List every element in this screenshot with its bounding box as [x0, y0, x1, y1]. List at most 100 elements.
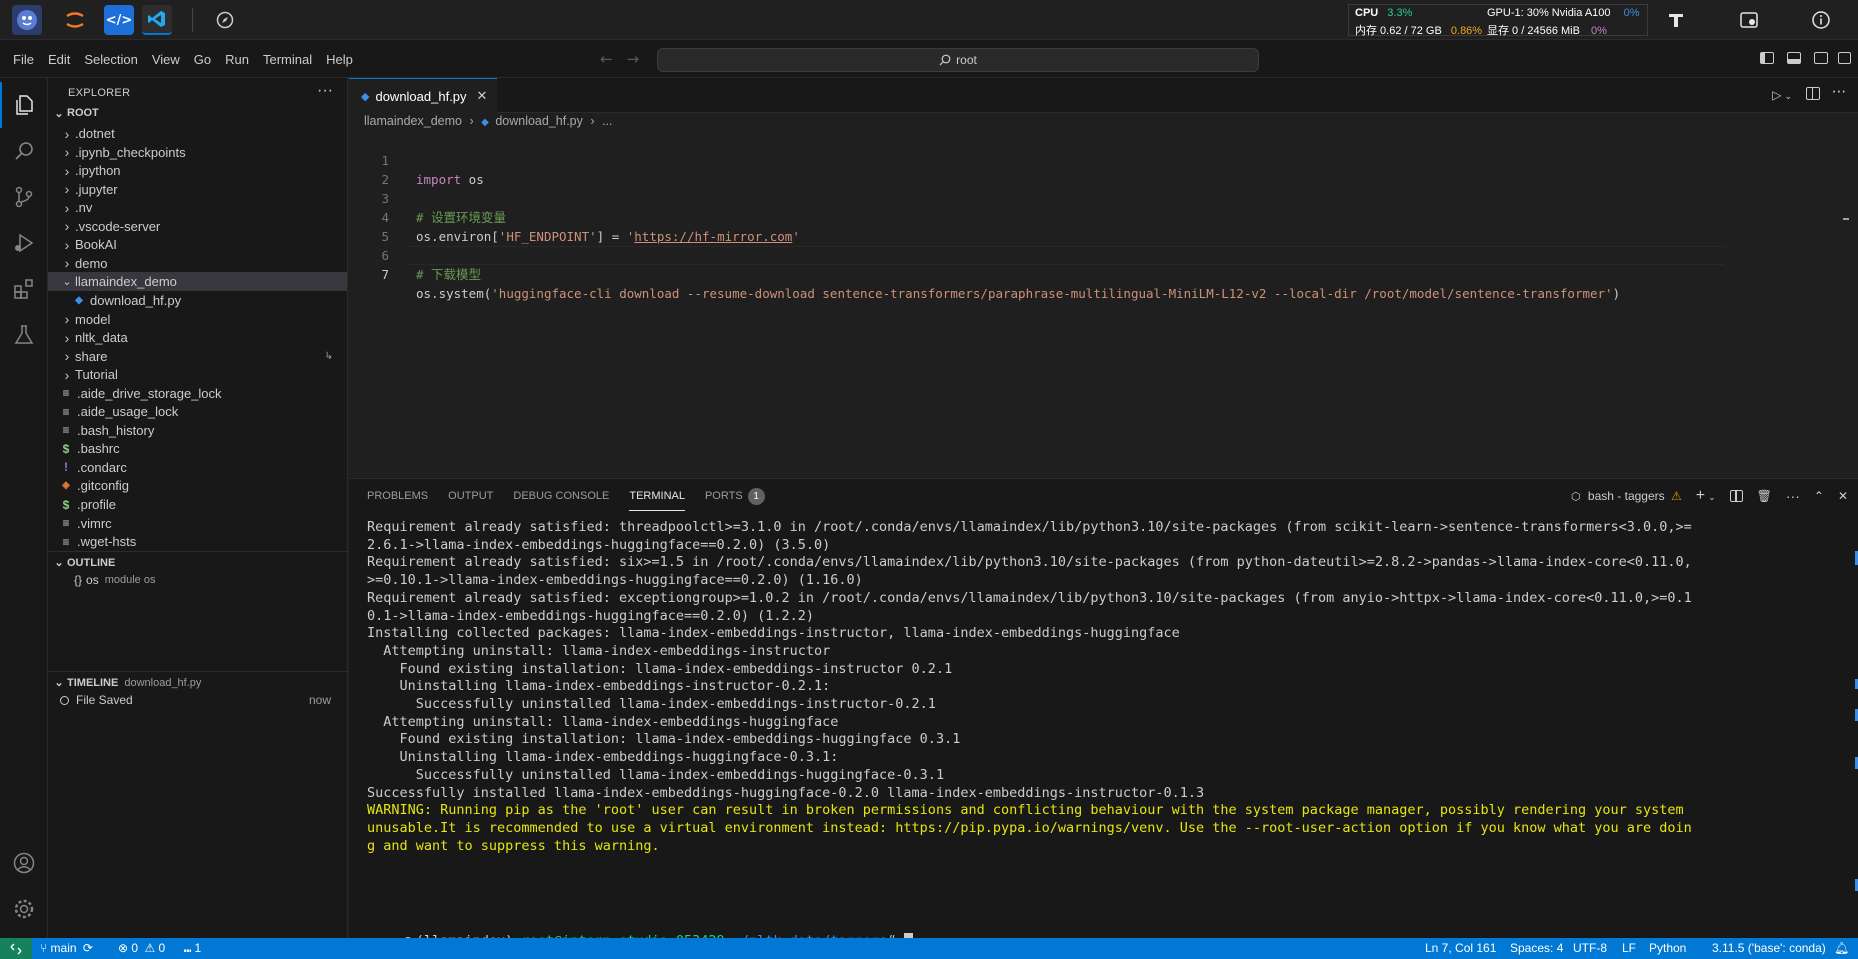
breadcrumb-file[interactable]: download_hf.py — [495, 114, 583, 128]
new-terminal-icon[interactable]: + ⌄ — [1696, 487, 1716, 505]
run-python-file-icon[interactable]: ▷ ⌄ — [1772, 88, 1792, 102]
tree-item[interactable]: › nltk_data — [48, 328, 347, 347]
tree-item[interactable]: › Tutorial — [48, 365, 347, 384]
toggle-secondary-sidebar-icon[interactable] — [1814, 52, 1828, 64]
breadcrumb-folder[interactable]: llamaindex_demo — [364, 114, 462, 128]
tree-item[interactable]: ≡ .aide_drive_storage_lock — [48, 384, 347, 403]
editor-tab-download-hf[interactable]: ◆ download_hf.py ✕ — [349, 78, 497, 113]
problems-indicator[interactable]: ⊗ 0 ⚠ 0 — [118, 941, 165, 955]
command-center-search[interactable]: root — [657, 48, 1259, 72]
close-icon[interactable]: ✕ — [477, 88, 488, 104]
tree-item[interactable]: ≡ .bash_history — [48, 421, 347, 440]
menu-selection[interactable]: Selection — [77, 52, 144, 67]
tree-item[interactable]: ≡ .vimrc — [48, 514, 347, 533]
code-editor-app-icon[interactable]: </> — [104, 5, 134, 35]
code-text: ) — [1612, 286, 1621, 301]
settings-gear-icon[interactable] — [0, 886, 48, 932]
outline-item-os[interactable]: {} os module os — [48, 569, 347, 591]
menu-run[interactable]: Run — [218, 52, 256, 67]
extensions-icon[interactable] — [0, 266, 48, 312]
tree-item[interactable]: › .jupyter — [48, 180, 347, 199]
bell-icon[interactable]: 🔔︎ — [1834, 941, 1849, 955]
sync-icon[interactable]: ⟳ — [83, 941, 93, 955]
remote-connection-icon[interactable] — [0, 938, 32, 959]
tab-debug-console[interactable]: DEBUG CONSOLE — [513, 482, 609, 510]
forward-arrow-icon[interactable]: → — [627, 50, 654, 68]
accounts-icon[interactable] — [0, 840, 48, 886]
tree-item[interactable]: $ .profile — [48, 495, 347, 514]
menu-bar: File Edit Selection View Go Run Terminal… — [6, 40, 360, 78]
code-editor[interactable]: 1 import os 2 3 # 设置环境变量 4 os.environ['H… — [349, 132, 1849, 477]
ports-icon: ⑉ — [184, 941, 192, 955]
tree-item[interactable]: ≡ .wget-hsts — [48, 532, 347, 551]
search-icon[interactable] — [0, 128, 48, 174]
split-terminal-icon[interactable] — [1729, 490, 1743, 502]
python-interpreter[interactable]: 3.11.5 ('base': conda) — [1712, 941, 1826, 955]
terminal-instance[interactable]: ⬡ bash - taggers ⚠ — [1571, 489, 1682, 503]
language-mode[interactable]: Python — [1649, 941, 1686, 955]
tree-item[interactable]: › BookAI — [48, 235, 347, 254]
tree-item[interactable]: › demo — [48, 254, 347, 273]
back-arrow-icon[interactable]: ← — [600, 50, 627, 68]
tree-item[interactable]: $ .bashrc — [48, 439, 347, 458]
jupyter-icon[interactable] — [60, 5, 90, 35]
ports-indicator[interactable]: ⑉ 1 — [184, 941, 201, 955]
testing-flask-icon[interactable] — [0, 312, 48, 358]
tree-item[interactable]: ⌄ llamaindex_demo — [48, 272, 347, 292]
customize-layout-icon[interactable] — [1838, 52, 1851, 64]
panel-more-actions-icon[interactable]: ··· — [1786, 488, 1800, 504]
end-of-line[interactable]: LF — [1622, 941, 1636, 955]
explorer-icon[interactable] — [0, 82, 48, 128]
tree-item[interactable]: › .vscode-server — [48, 217, 347, 236]
tree-item[interactable]: ◆ download_hf.py — [48, 291, 347, 310]
info-icon[interactable] — [1809, 8, 1833, 32]
tree-item[interactable]: › model — [48, 310, 347, 329]
close-panel-icon[interactable]: ✕ — [1838, 489, 1848, 503]
root-folder-header[interactable]: ⌄ ROOT — [48, 102, 347, 124]
file-encoding[interactable]: UTF-8 — [1573, 941, 1607, 955]
cursor-position[interactable]: Ln 7, Col 161 — [1425, 941, 1496, 955]
tree-item[interactable]: › share ↳ — [48, 347, 347, 366]
tree-item[interactable]: › .nv — [48, 198, 347, 217]
tree-item[interactable]: ! .condarc — [48, 458, 347, 477]
toggle-panel-icon[interactable] — [1787, 52, 1801, 64]
maximize-panel-icon[interactable]: ⌃ — [1814, 489, 1824, 503]
source-control-icon[interactable] — [0, 174, 48, 220]
menu-view[interactable]: View — [145, 52, 187, 67]
tree-item-label: .aide_drive_storage_lock — [77, 385, 222, 401]
menu-help[interactable]: Help — [319, 52, 360, 67]
explorer-sidebar: EXPLORER ··· ⌄ ROOT › .dotnet › .ipynb_chec… — [48, 78, 348, 938]
command-center-text: root — [956, 53, 977, 67]
compass-icon[interactable] — [210, 5, 240, 35]
tab-ports[interactable]: PORTS — [705, 482, 743, 510]
tree-item[interactable]: ≡ .aide_usage_lock — [48, 402, 347, 421]
split-editor-icon[interactable] — [1806, 87, 1820, 100]
timeline-entry[interactable]: File Saved now — [48, 689, 347, 711]
kill-terminal-trash-icon[interactable]: 🗑 — [1757, 489, 1772, 503]
model-scope-icon[interactable] — [1664, 8, 1688, 32]
menu-edit[interactable]: Edit — [41, 52, 77, 67]
tree-item[interactable]: › .ipynb_checkpoints — [48, 143, 347, 162]
code-comment: # 下载模型 — [416, 267, 482, 282]
tree-item[interactable]: ◈ .gitconfig — [48, 476, 347, 495]
vscode-icon[interactable] — [142, 5, 172, 35]
tab-terminal[interactable]: TERMINAL — [629, 482, 685, 511]
run-and-debug-icon[interactable] — [0, 220, 48, 266]
bottom-panel: PROBLEMS OUTPUT DEBUG CONSOLE TERMINAL P… — [349, 478, 1858, 950]
indentation[interactable]: Spaces: 4 — [1510, 941, 1563, 955]
menu-terminal[interactable]: Terminal — [256, 52, 319, 67]
tab-output[interactable]: OUTPUT — [448, 482, 493, 510]
intern-studio-logo-icon[interactable] — [12, 5, 42, 35]
tree-item[interactable]: › .dotnet — [48, 124, 347, 143]
menu-go[interactable]: Go — [187, 52, 218, 67]
tab-problems[interactable]: PROBLEMS — [367, 482, 428, 510]
breadcrumb-symbols[interactable]: ... — [602, 114, 612, 128]
more-actions-icon[interactable]: ··· — [317, 82, 333, 100]
editor-more-actions-icon[interactable]: ··· — [1832, 83, 1846, 101]
menu-file[interactable]: File — [6, 52, 41, 67]
toggle-primary-sidebar-icon[interactable] — [1760, 52, 1774, 64]
branch-indicator[interactable]: ⑂ main ⟳ — [40, 941, 93, 955]
image-settings-icon[interactable] — [1737, 8, 1761, 32]
terminal-output[interactable]: Requirement already satisfied: threadpoo… — [367, 517, 1847, 950]
tree-item[interactable]: › .ipython — [48, 161, 347, 180]
